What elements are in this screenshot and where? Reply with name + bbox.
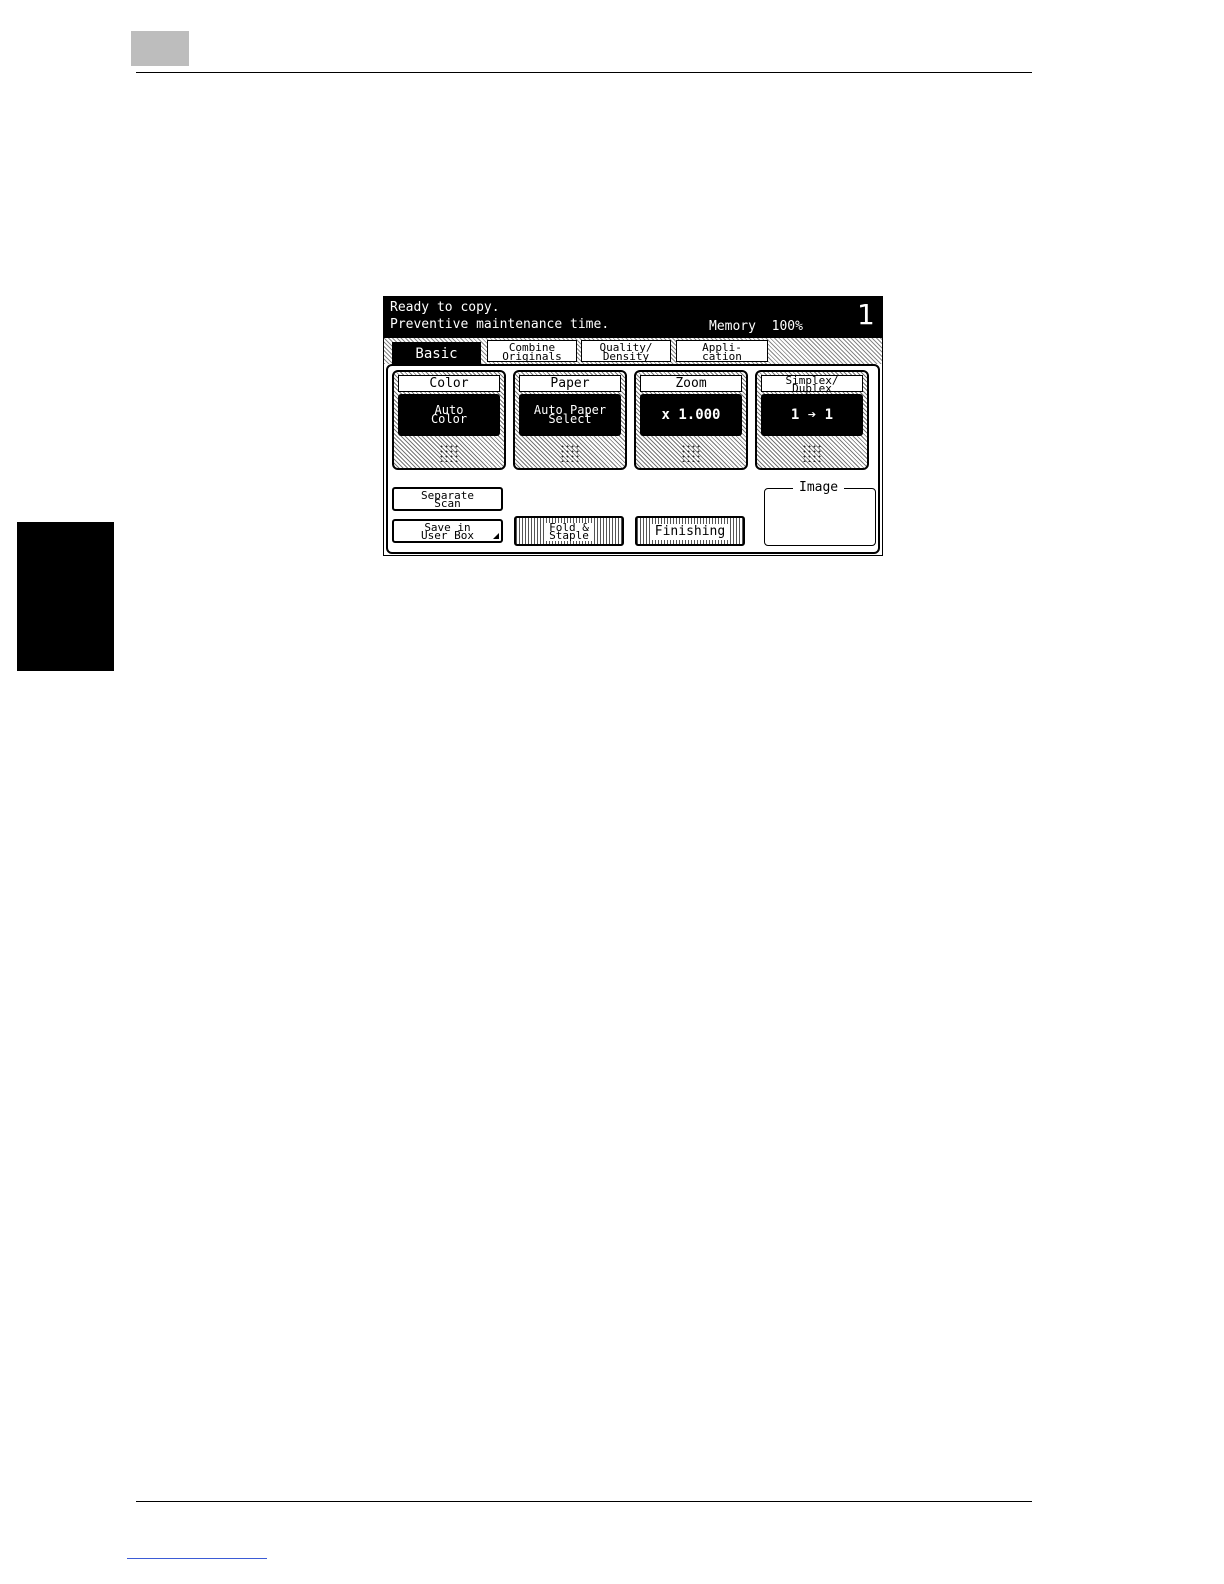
footer-link-underline <box>127 1558 267 1559</box>
tab-basic[interactable]: Basic <box>392 342 481 366</box>
memory-indicator: Memory 100% <box>709 319 803 334</box>
basic-tab-content: Color Auto Color Paper Auto Paper Select… <box>386 364 880 554</box>
corner-arrow-icon <box>493 533 499 539</box>
image-label: Image <box>793 480 845 495</box>
save-in-user-box-button[interactable]: Save in User Box <box>392 519 503 543</box>
zoom-key-title: Zoom <box>640 375 742 392</box>
grip-dots-icon <box>802 444 822 462</box>
footer-rule <box>136 1501 1032 1502</box>
status-message: Ready to copy. <box>390 300 500 315</box>
separate-scan-button[interactable]: Separate Scan <box>392 487 503 511</box>
grip-dots-icon <box>681 444 701 462</box>
tab-strip: Basic Combine Originals Quality/ Density… <box>384 338 882 366</box>
paper-key-title: Paper <box>519 375 621 392</box>
zoom-key[interactable]: Zoom x 1.000 <box>634 370 748 470</box>
fold-staple-label: Fold & Staple <box>546 522 592 541</box>
color-key-title: Color <box>398 375 500 392</box>
tab-application[interactable]: Appli- cation <box>676 340 768 362</box>
save-in-user-box-label: Save in User Box <box>421 521 474 542</box>
grip-dots-icon <box>560 444 580 462</box>
copy-count: 1 <box>857 298 875 331</box>
copier-control-panel: Ready to copy. Preventive maintenance ti… <box>383 296 883 556</box>
status-bar: Ready to copy. Preventive maintenance ti… <box>384 297 882 338</box>
fold-staple-button[interactable]: Fold & Staple <box>514 516 624 546</box>
grip-dots-icon <box>439 444 459 462</box>
color-key-value: Auto Color <box>398 394 500 436</box>
simplex-duplex-key-value: 1 ➔ 1 <box>761 394 863 436</box>
simplex-duplex-key-title: Simplex/ Duplex <box>761 375 863 394</box>
finishing-label: Finishing <box>651 524 729 540</box>
paper-key[interactable]: Paper Auto Paper Select <box>513 370 627 470</box>
paper-key-value: Auto Paper Select <box>519 394 621 436</box>
maintenance-message: Preventive maintenance time. <box>390 317 610 332</box>
tab-quality-density[interactable]: Quality/ Density <box>581 340 671 362</box>
color-key[interactable]: Color Auto Color <box>392 370 506 470</box>
chapter-number-box <box>131 31 189 66</box>
finishing-button[interactable]: Finishing <box>635 516 745 546</box>
zoom-key-value: x 1.000 <box>640 394 742 436</box>
image-preview-box: Image <box>764 480 876 546</box>
tab-combine-originals[interactable]: Combine Originals <box>487 340 577 362</box>
chapter-side-tab <box>17 522 114 671</box>
simplex-duplex-key[interactable]: Simplex/ Duplex 1 ➔ 1 <box>755 370 869 470</box>
header-rule <box>136 72 1032 73</box>
